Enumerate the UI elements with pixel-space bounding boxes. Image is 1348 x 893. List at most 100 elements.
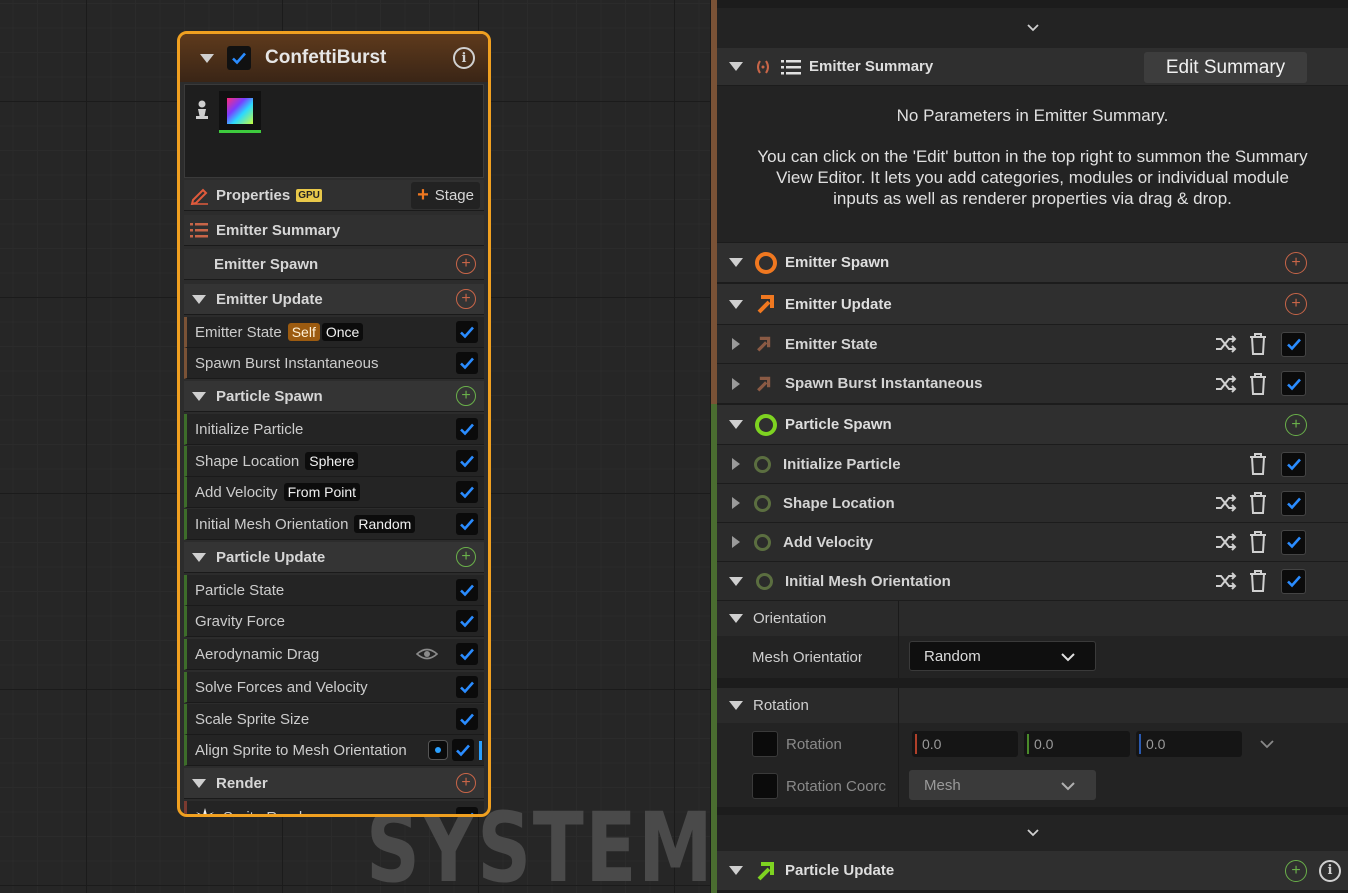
collapse-arrow-icon[interactable] (192, 391, 206, 401)
collapse-arrow-icon[interactable] (729, 614, 743, 623)
module-sprite-renderer[interactable]: Sprite Renderer (184, 801, 484, 814)
collapse-arrow-icon[interactable] (192, 552, 206, 562)
rotation-coord-override-checkbox[interactable] (752, 773, 778, 799)
trash-icon[interactable] (1248, 570, 1268, 592)
module-shape-location[interactable]: Shape Location (717, 484, 1348, 523)
collapse-arrow-icon[interactable] (729, 420, 743, 429)
module-emitter-state[interactable]: Emitter State Self Once (184, 317, 484, 348)
module-enabled-checkbox[interactable] (456, 481, 478, 503)
emitter-enabled-checkbox[interactable] (227, 46, 251, 70)
expand-arrow-icon[interactable] (732, 458, 740, 470)
add-particle-spawn-module-button[interactable]: + (456, 386, 476, 406)
add-particle-spawn-module-button[interactable]: + (1285, 413, 1307, 436)
rotation-override-checkbox[interactable] (752, 731, 778, 757)
trash-icon[interactable] (1248, 372, 1268, 395)
module-add-velocity[interactable]: Add Velocity From Point (184, 477, 484, 508)
module-initial-mesh-orientation[interactable]: Initial Mesh Orientation Random (184, 509, 484, 540)
module-spawn-burst-instantaneous[interactable]: Spawn Burst Instantaneous (184, 348, 484, 379)
orientation-group-header[interactable]: Orientation (717, 601, 1348, 636)
module-spawn-burst-instantaneous[interactable]: Spawn Burst Instantaneous (717, 364, 1348, 404)
add-emitter-update-module-button[interactable]: + (1285, 293, 1307, 315)
module-solve-forces-and-velocity[interactable]: Solve Forces and Velocity (184, 672, 484, 703)
render-row[interactable]: Render + (184, 768, 484, 799)
trash-icon[interactable] (1248, 492, 1268, 514)
module-particle-state[interactable]: Particle State (184, 575, 484, 606)
details-panel[interactable]: Emitter Summary Edit Summary No Paramete… (711, 0, 1348, 893)
module-aerodynamic-drag[interactable]: Aerodynamic Drag (184, 639, 484, 670)
module-enabled-checkbox[interactable] (456, 579, 478, 601)
shuffle-icon[interactable] (1215, 494, 1237, 512)
collapse-arrow-icon[interactable] (729, 299, 743, 309)
module-enabled-checkbox[interactable] (456, 352, 478, 374)
rotation-group-header[interactable]: Rotation (717, 688, 1348, 723)
add-emitter-spawn-module-button[interactable]: + (1285, 251, 1307, 274)
info-icon[interactable]: i (453, 47, 475, 69)
particle-update-category[interactable]: Particle Update + i (717, 851, 1348, 891)
module-enabled-checkbox[interactable] (452, 739, 474, 761)
particle-update-row[interactable]: Particle Update + (184, 542, 484, 573)
module-enabled-checkbox[interactable] (1281, 331, 1306, 357)
particle-spawn-row[interactable]: Particle Spawn + (184, 381, 484, 412)
add-particle-update-module-button[interactable]: + (456, 547, 476, 567)
module-enabled-checkbox[interactable] (1281, 451, 1306, 477)
mesh-orientation-dropdown[interactable]: Random (909, 641, 1096, 671)
module-initialize-particle[interactable]: Initialize Particle (184, 414, 484, 445)
expand-arrow-icon[interactable] (732, 338, 740, 350)
module-enabled-checkbox[interactable] (1281, 371, 1306, 396)
add-emitter-update-module-button[interactable]: + (456, 289, 476, 309)
emitter-update-row[interactable]: Emitter Update + (184, 284, 484, 315)
collapse-arrow-icon[interactable] (729, 701, 743, 710)
edit-summary-button[interactable]: Edit Summary (1144, 52, 1307, 83)
add-stage-button[interactable]: + Stage (411, 182, 480, 209)
collapse-arrow-icon[interactable] (192, 778, 206, 788)
module-emitter-state[interactable]: Emitter State (717, 325, 1348, 364)
module-enabled-checkbox[interactable] (456, 806, 478, 814)
shuffle-icon[interactable] (1215, 533, 1237, 551)
chevron-down-icon[interactable] (1026, 24, 1039, 32)
debug-indicator-icon[interactable] (428, 740, 448, 760)
module-add-velocity[interactable]: Add Velocity (717, 523, 1348, 562)
rotation-z-field[interactable]: 0.0 (1136, 731, 1242, 757)
module-enabled-checkbox[interactable] (456, 450, 478, 472)
scroll-up-row[interactable] (717, 8, 1348, 48)
trash-icon[interactable] (1248, 531, 1268, 553)
module-enabled-checkbox[interactable] (456, 418, 478, 440)
emitter-node[interactable]: ConfettiBurst i Properties GPU + Stage E… (177, 31, 491, 817)
emitter-spawn-row[interactable]: Emitter Spawn + (184, 249, 484, 280)
add-particle-update-module-button[interactable]: + (1285, 859, 1307, 882)
module-enabled-checkbox[interactable] (456, 676, 478, 698)
module-enabled-checkbox[interactable] (1281, 490, 1306, 516)
collapse-arrow-icon[interactable] (729, 62, 743, 71)
collapse-module-row[interactable] (717, 815, 1348, 851)
trash-icon[interactable] (1248, 453, 1268, 475)
module-initialize-particle[interactable]: Initialize Particle (717, 445, 1348, 484)
trash-icon[interactable] (1248, 333, 1268, 355)
expand-arrow-icon[interactable] (732, 497, 740, 509)
info-icon[interactable]: i (1319, 859, 1341, 882)
expand-arrow-icon[interactable] (732, 377, 740, 390)
add-renderer-button[interactable]: + (456, 773, 476, 793)
rotation-x-field[interactable]: 0.0 (912, 731, 1018, 757)
module-scale-sprite-size[interactable]: Scale Sprite Size (184, 704, 484, 735)
emitter-spawn-category[interactable]: Emitter Spawn + (717, 243, 1348, 283)
module-align-sprite-to-mesh-orientation[interactable]: Align Sprite to Mesh Orientation (184, 735, 484, 766)
rotation-coordinate-space-row[interactable]: Rotation Coorc Mesh (717, 765, 1348, 807)
graph-canvas[interactable]: SYSTEM ConfettiBurst i Properties GPU + … (0, 0, 710, 893)
rotation-row[interactable]: Rotation 0.0 0.0 0.0 (717, 723, 1348, 765)
properties-row[interactable]: Properties GPU + Stage (184, 180, 484, 211)
shuffle-icon[interactable] (1215, 572, 1237, 590)
module-enabled-checkbox[interactable] (456, 708, 478, 730)
node-header[interactable]: ConfettiBurst i (180, 34, 488, 82)
shuffle-icon[interactable] (1215, 335, 1237, 353)
module-initial-mesh-orientation[interactable]: Initial Mesh Orientation (717, 562, 1348, 601)
shuffle-icon[interactable] (1215, 374, 1237, 393)
rotation-coord-dropdown[interactable]: Mesh (909, 770, 1096, 800)
module-gravity-force[interactable]: Gravity Force (184, 606, 484, 637)
rotation-y-field[interactable]: 0.0 (1024, 731, 1130, 757)
module-enabled-checkbox[interactable] (456, 513, 478, 535)
chevron-down-icon[interactable] (1026, 829, 1039, 837)
eye-icon[interactable] (416, 647, 438, 661)
emitter-summary-row[interactable]: Emitter Summary (184, 215, 484, 246)
module-enabled-checkbox[interactable] (1281, 529, 1306, 555)
module-enabled-checkbox[interactable] (456, 321, 478, 343)
